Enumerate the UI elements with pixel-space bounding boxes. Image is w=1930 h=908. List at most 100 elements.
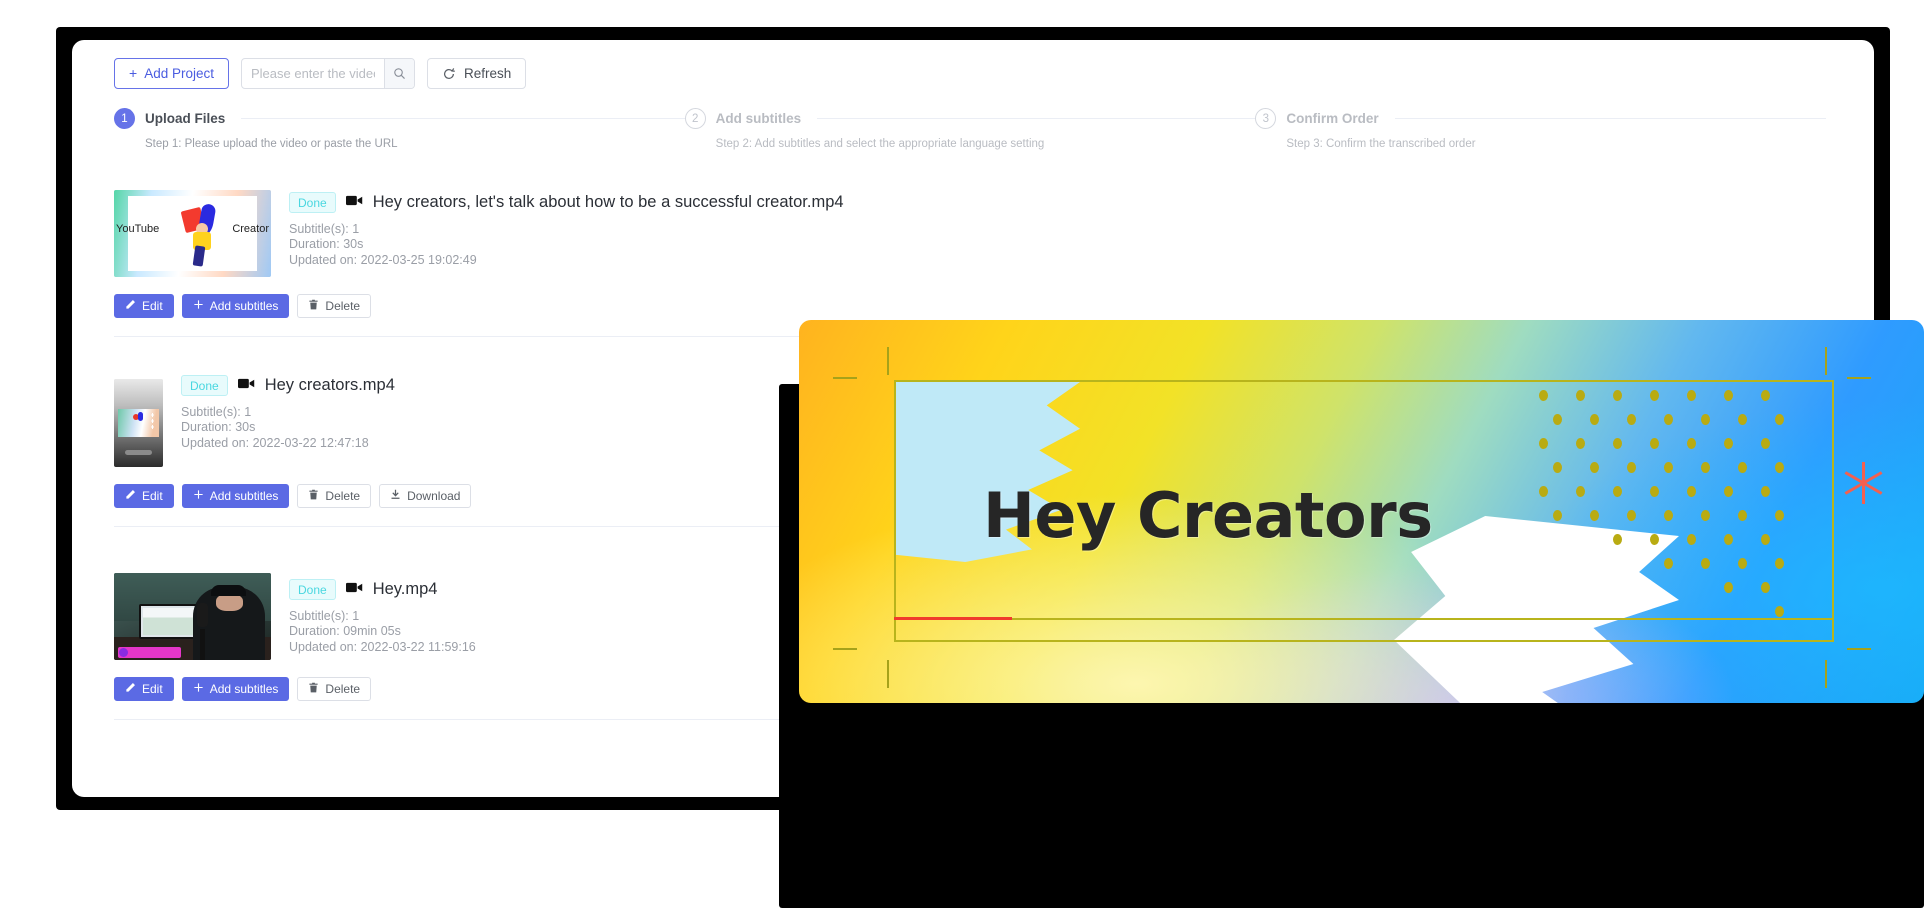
thumb-person-cap bbox=[211, 585, 246, 596]
halftone-dot bbox=[1590, 510, 1599, 521]
edit-button[interactable]: Edit bbox=[114, 484, 174, 508]
search-icon bbox=[394, 68, 405, 79]
video-camera-icon-wrap bbox=[237, 377, 255, 395]
video-thumbnail[interactable]: YouTube Creator bbox=[114, 190, 271, 277]
trash-icon-wrap bbox=[308, 682, 319, 696]
trash-icon bbox=[309, 489, 319, 500]
status-badge: Done bbox=[181, 375, 228, 396]
action-label: Edit bbox=[142, 299, 163, 313]
video-duration: Duration: 30s bbox=[181, 420, 256, 435]
video-duration: Duration: 30s bbox=[289, 237, 364, 252]
thumbnail-art: YouTube Creator bbox=[114, 190, 271, 277]
delete-button[interactable]: Delete bbox=[297, 484, 372, 508]
thumb-label-right: Creator bbox=[232, 223, 269, 236]
status-badge: Done bbox=[289, 579, 336, 600]
video-details: Done Hey.mp4 Subtitle(s): 1 Duration: 09min… bbox=[289, 561, 476, 660]
video-title-line: Done Hey.mp4 bbox=[289, 579, 476, 600]
action-label: Add subtitles bbox=[209, 682, 279, 696]
video-preview-overlay[interactable]: Hey Creators bbox=[799, 320, 1924, 703]
halftone-dot bbox=[1775, 558, 1784, 569]
step-description: Step 3: Confirm the transcribed order bbox=[1286, 138, 1476, 150]
halftone-dot bbox=[1687, 486, 1696, 497]
action-label: Delete bbox=[325, 682, 361, 696]
action-label: Add subtitles bbox=[209, 299, 279, 313]
video-thumbnail[interactable] bbox=[114, 379, 163, 467]
video-camera-icon bbox=[237, 378, 254, 388]
plus-icon-wrap bbox=[193, 299, 204, 313]
progress-fill bbox=[894, 617, 1012, 620]
download-icon-wrap bbox=[390, 489, 401, 503]
halftone-dot bbox=[1775, 462, 1784, 473]
status-badge: Done bbox=[289, 192, 336, 213]
trash-icon-wrap bbox=[308, 489, 319, 503]
halftone-dot bbox=[1724, 582, 1733, 593]
video-updated-on: Updated on: 2022-03-25 19:02:49 bbox=[289, 252, 477, 267]
download-button[interactable]: Download bbox=[379, 484, 472, 508]
add-subtitles-button[interactable]: Add subtitles bbox=[181, 294, 290, 318]
halftone-dot bbox=[1650, 534, 1659, 545]
pencil-icon bbox=[126, 683, 135, 692]
video-camera-icon bbox=[345, 195, 362, 205]
step-1[interactable]: 1 Upload Files Step 1: Please upload the v… bbox=[114, 108, 685, 150]
halftone-dot bbox=[1761, 534, 1770, 545]
subtitle-count: Subtitle(s): 1 bbox=[289, 222, 360, 236]
halftone-dot bbox=[1687, 390, 1696, 401]
video-file-name: Hey.mp4 bbox=[372, 580, 438, 598]
overlay-heading: Hey Creators bbox=[983, 479, 1433, 552]
step-header: 1 Upload Files bbox=[114, 108, 685, 129]
video-meta: Subtitle(s): 1 Duration: 30s Updated on: 2… bbox=[181, 405, 395, 451]
pencil-icon-wrap bbox=[125, 682, 136, 696]
halftone-dot bbox=[1701, 558, 1710, 569]
step-connector-line bbox=[1394, 118, 1827, 119]
corner-tick-br-v bbox=[1825, 660, 1827, 688]
refresh-button[interactable]: Refresh bbox=[426, 58, 527, 89]
step-number: 2 bbox=[691, 112, 699, 125]
video-meta: Subtitle(s): 1 Duration: 30s Updated on: 2… bbox=[289, 222, 844, 268]
halftone-dot-grid bbox=[1539, 390, 1839, 630]
search-box[interactable] bbox=[240, 58, 415, 89]
plus-icon bbox=[194, 490, 203, 499]
halftone-dot bbox=[1775, 606, 1784, 617]
corner-tick-bl-v bbox=[887, 660, 889, 688]
halftone-dot bbox=[1590, 414, 1599, 425]
step-number: 3 bbox=[1262, 112, 1270, 125]
thumb-mic-stand bbox=[200, 628, 206, 660]
add-project-button[interactable]: + Add Project bbox=[114, 58, 229, 89]
delete-button[interactable]: Delete bbox=[297, 294, 372, 318]
halftone-dot bbox=[1539, 486, 1548, 497]
halftone-dot bbox=[1613, 438, 1622, 449]
pencil-icon bbox=[126, 490, 135, 499]
pencil-icon bbox=[126, 300, 135, 309]
halftone-dot bbox=[1775, 414, 1784, 425]
search-input[interactable] bbox=[241, 59, 384, 88]
search-button[interactable] bbox=[383, 59, 414, 88]
halftone-dot bbox=[1650, 390, 1659, 401]
video-file-name: Hey creators, let's talk about how to be… bbox=[372, 193, 844, 211]
step-title: Add subtitles bbox=[715, 111, 802, 126]
step-2[interactable]: 2 Add subtitles Step 2: Add subtitles and … bbox=[684, 108, 1256, 150]
screenshot-stage: + Add Project Refresh 1 Upload Files Step … bbox=[0, 0, 1930, 908]
add-subtitles-button[interactable]: Add subtitles bbox=[181, 484, 290, 508]
step-3[interactable]: 3 Confirm Order Step 3: Confirm the transc… bbox=[1255, 108, 1827, 150]
video-thumbnail[interactable] bbox=[114, 573, 271, 660]
add-subtitles-button[interactable]: Add subtitles bbox=[181, 677, 290, 701]
video-details: Done Hey creators, let's talk about how t… bbox=[289, 190, 844, 277]
thumb-monitor bbox=[139, 604, 199, 640]
download-icon bbox=[391, 489, 400, 499]
halftone-dot bbox=[1738, 558, 1747, 569]
video-actions: Edit Add subtitles Delete bbox=[114, 294, 1826, 318]
video-camera-icon bbox=[345, 582, 362, 592]
action-label: Edit bbox=[142, 682, 163, 696]
halftone-dot bbox=[1553, 462, 1562, 473]
step-number-badge: 1 bbox=[114, 108, 135, 129]
plus-icon bbox=[194, 300, 203, 309]
video-title-line: Done Hey creators, let's talk about how t… bbox=[289, 192, 844, 213]
thumbnail-art bbox=[114, 379, 163, 467]
edit-button[interactable]: Edit bbox=[114, 294, 174, 318]
thumb-microphone bbox=[197, 602, 209, 627]
trash-icon bbox=[309, 299, 319, 310]
edit-button[interactable]: Edit bbox=[114, 677, 174, 701]
step-title: Confirm Order bbox=[1286, 111, 1379, 126]
delete-button[interactable]: Delete bbox=[297, 677, 372, 701]
halftone-dot bbox=[1553, 414, 1562, 425]
